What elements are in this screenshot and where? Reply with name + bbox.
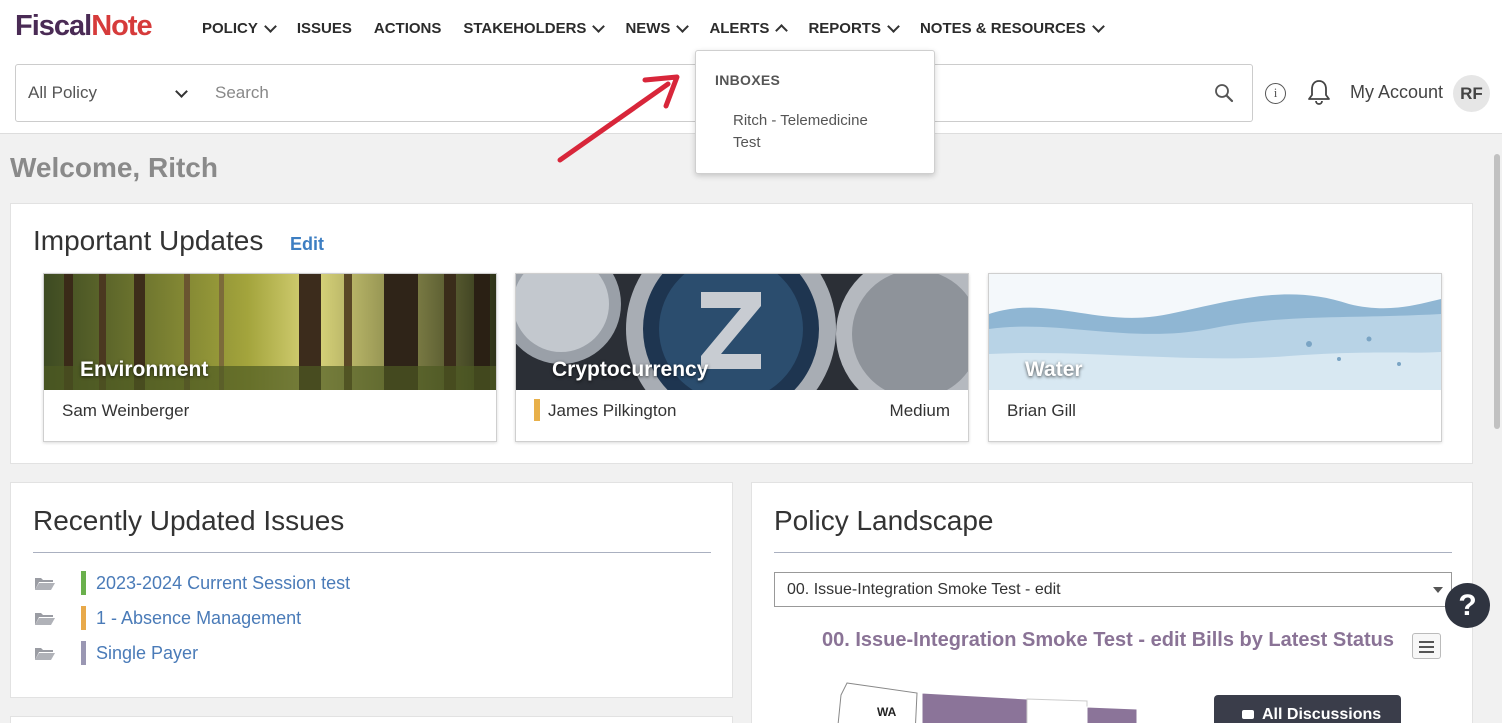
menu-reports[interactable]: REPORTS [808,19,900,37]
next-panel [10,716,733,723]
map-region [1026,698,1088,723]
update-card-cryptocurrency[interactable]: Cryptocurrency James Pilkington Medium [515,273,969,442]
menu-notes-resources[interactable]: NOTES & RESOURCES [919,19,1105,37]
update-card-environment[interactable]: Environment Sam Weinberger [43,273,497,442]
folder-open-icon [35,578,55,590]
card-priority: Medium [889,401,950,420]
main-menu: POLICY ISSUES ACTIONS STAKEHOLDERS NEWS … [202,19,1125,37]
avatar[interactable]: RF [1453,75,1490,112]
card-owner: James Pilkington [548,401,677,420]
divider [774,552,1452,553]
list-item[interactable]: Single Payer [35,641,198,665]
issue-color-bar [81,571,86,595]
important-updates-title: Important Updates [33,225,264,256]
menu-notes-resources-label: NOTES & RESOURCES [919,20,1086,37]
chart-menu-button[interactable] [1412,633,1441,659]
logo-text-fiscal: Fiscal [15,10,92,42]
folder-open-icon [35,613,55,625]
menu-news[interactable]: NEWS [625,19,690,37]
chart-title: 00. Issue-Integration Smoke Test - edit … [822,629,1394,651]
chevron-down-icon [175,85,188,98]
page-scrollbar[interactable] [1491,134,1502,723]
chevron-down-icon [592,19,606,33]
issue-color-bar [81,606,86,630]
inbox-item[interactable]: Ritch - Telemedicine Test [733,110,893,154]
scrollbar-thumb[interactable] [1494,154,1500,429]
search-scope-value: All Policy [28,83,97,102]
important-updates-panel: Important Updates Edit Environment Sam W… [10,203,1473,464]
menu-stakeholders[interactable]: STAKEHOLDERS [463,19,606,37]
fiscalnote-logo[interactable]: FiscalNote [15,10,153,43]
caret-down-icon [1433,587,1443,593]
chevron-down-icon [676,19,690,33]
folder-open-icon [35,648,55,660]
map-state-label: WA [877,705,897,719]
card-owner: Brian Gill [1007,401,1076,420]
search-scope-select[interactable]: All Policy [15,64,203,122]
chevron-down-icon [1091,19,1105,33]
chevron-down-icon [887,19,900,33]
issue-link[interactable]: 1 - Absence Management [96,608,301,629]
issue-link[interactable]: 2023-2024 Current Session test [96,573,350,594]
card-topic-label: Water [1025,358,1083,381]
divider [33,552,711,553]
annotation-arrow-icon [557,74,680,163]
menu-reports-label: REPORTS [808,20,881,37]
map-region [1086,706,1138,723]
search-icon[interactable] [1214,83,1234,103]
policy-landscape-panel: Policy Landscape 00. Issue-Integration S… [751,482,1473,723]
chat-icon [1242,710,1254,719]
update-card-water[interactable]: Water Brian Gill [988,273,1442,442]
priority-indicator [534,399,540,421]
issue-select[interactable]: 00. Issue-Integration Smoke Test - edit [774,572,1452,607]
policy-landscape-title: Policy Landscape [774,505,994,536]
info-icon[interactable]: i [1265,83,1286,104]
inboxes-heading: INBOXES [715,72,781,88]
menu-actions[interactable]: ACTIONS [374,20,442,37]
help-button[interactable]: ? [1445,583,1490,628]
recently-updated-issues-panel: Recently Updated Issues 2023-2024 Curren… [10,482,733,698]
list-item[interactable]: 1 - Absence Management [35,606,301,630]
issue-color-bar [81,641,86,665]
all-discussions-button[interactable]: All Discussions [1214,695,1401,723]
menu-news-label: NEWS [625,20,671,37]
issue-select-value: 00. Issue-Integration Smoke Test - edit [787,581,1061,598]
menu-alerts[interactable]: ALERTS [709,20,789,37]
my-account-link[interactable]: My Account [1350,82,1443,103]
alerts-dropdown: INBOXES Ritch - Telemedicine Test [695,50,935,174]
menu-actions-label: ACTIONS [373,20,442,37]
menu-stakeholders-label: STAKEHOLDERS [463,20,587,37]
menu-issues-label: ISSUES [296,20,352,37]
card-topic-label: Cryptocurrency [552,358,709,381]
bell-icon[interactable] [1304,77,1334,107]
menu-policy-label: POLICY [202,20,258,37]
issue-link[interactable]: Single Payer [96,643,198,664]
card-topic-label: Environment [80,358,209,381]
menu-issues[interactable]: ISSUES [297,20,352,37]
recent-issues-title: Recently Updated Issues [33,505,345,536]
chevron-down-icon [263,19,277,33]
menu-alerts-label: ALERTS [709,20,770,37]
map-region [921,692,1028,723]
welcome-heading: Welcome, Ritch [10,152,218,183]
menu-policy[interactable]: POLICY [202,19,277,37]
chevron-up-icon [775,24,789,37]
list-item[interactable]: 2023-2024 Current Session test [35,571,350,595]
card-owner: Sam Weinberger [62,401,190,420]
edit-updates-link[interactable]: Edit [290,234,324,255]
logo-text-note: Note [91,10,152,42]
all-discussions-label: All Discussions [1262,706,1382,723]
us-map[interactable]: WA [837,675,1167,723]
